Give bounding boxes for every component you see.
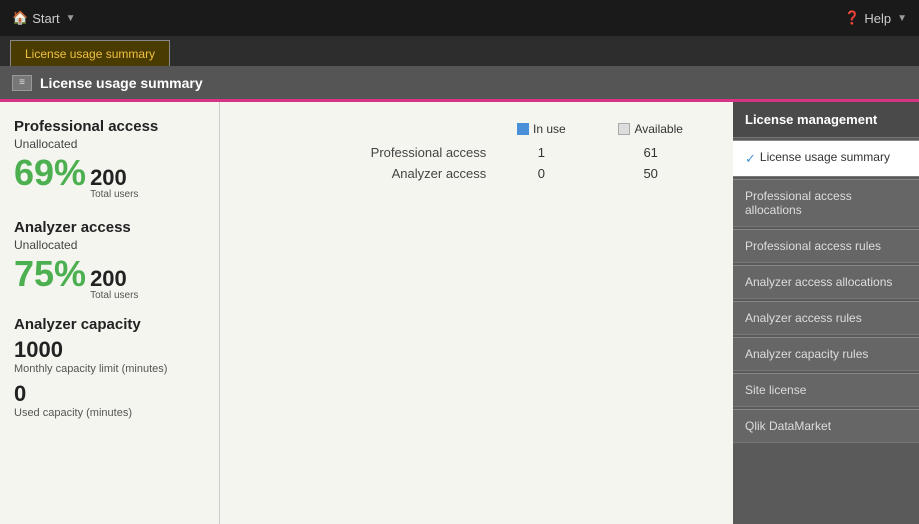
- page-title: License usage summary: [40, 75, 203, 91]
- tab-bar: License usage summary: [0, 36, 919, 66]
- professional-access-title: Professional access: [14, 118, 205, 135]
- analyzer-total-num: 200: [90, 268, 138, 290]
- help-icon: ❓: [844, 10, 860, 26]
- row-label: Analyzer access: [240, 163, 494, 184]
- page-header: ≡ License usage summary: [0, 66, 919, 102]
- analyzer-capacity-section: Analyzer capacity 1000 Monthly capacity …: [14, 316, 205, 419]
- page-header-icon: ≡: [12, 75, 32, 91]
- in-use-header: In use: [494, 122, 588, 142]
- analyzer-total-block: 200 Total users: [90, 268, 138, 302]
- usage-table: In use Available Professional access: [240, 122, 713, 184]
- analyzer-total-label: Total users: [90, 290, 138, 302]
- sidebar-item[interactable]: ✓ License usage summary: [733, 140, 919, 177]
- help-dropdown-arrow[interactable]: ▼: [897, 13, 907, 24]
- sidebar-item[interactable]: Analyzer access allocations: [733, 265, 919, 299]
- available-value: 61: [588, 142, 713, 163]
- available-header: Available: [588, 122, 713, 142]
- capacity-num: 1000: [14, 337, 205, 363]
- content-row: Professional access Unallocated 69% 200 …: [0, 102, 919, 524]
- in-use-box-icon: [517, 123, 529, 135]
- professional-access-section: Professional access Unallocated 69% 200 …: [14, 118, 205, 201]
- sidebar-item-label: Analyzer capacity rules: [745, 347, 868, 361]
- sidebar-items-container: ✓ License usage summary Professional acces…: [733, 140, 919, 443]
- analyzer-access-subtitle: Unallocated: [14, 238, 205, 252]
- sidebar-item[interactable]: Site license: [733, 373, 919, 407]
- nav-right: ❓ Help ▼: [844, 10, 907, 26]
- sidebar-item-label: Qlik DataMarket: [745, 419, 831, 433]
- main-area: ≡ License usage summary Professional acc…: [0, 66, 919, 524]
- table-row: Professional access 1 61: [240, 142, 713, 163]
- right-sidebar: License management ✓ License usage summar…: [733, 102, 919, 524]
- used-capacity-desc: Used capacity (minutes): [14, 407, 205, 419]
- sidebar-item[interactable]: Professional access rules: [733, 229, 919, 263]
- start-label[interactable]: Start: [32, 11, 59, 26]
- sidebar-item-label: Professional access allocations: [745, 189, 852, 217]
- sidebar-header: License management: [733, 102, 919, 138]
- available-value: 50: [588, 163, 713, 184]
- analyzer-access-title: Analyzer access: [14, 219, 205, 236]
- sidebar-item-label: License usage summary: [760, 150, 890, 164]
- top-nav-bar: 🏠 Start ▼ ❓ Help ▼: [0, 0, 919, 36]
- professional-total-num: 200: [90, 167, 138, 189]
- left-panel: Professional access Unallocated 69% 200 …: [0, 102, 220, 524]
- capacity-desc: Monthly capacity limit (minutes): [14, 363, 205, 375]
- sidebar-item-label: Analyzer access allocations: [745, 275, 892, 289]
- professional-total-block: 200 Total users: [90, 167, 138, 201]
- analyzer-access-section: Analyzer access Unallocated 75% 200 Tota…: [14, 219, 205, 302]
- row-label: Professional access: [240, 142, 494, 163]
- professional-total-label: Total users: [90, 189, 138, 201]
- sidebar-item-label: Site license: [745, 383, 806, 397]
- sidebar-item[interactable]: Qlik DataMarket: [733, 409, 919, 443]
- sidebar-item[interactable]: Analyzer capacity rules: [733, 337, 919, 371]
- start-dropdown-arrow[interactable]: ▼: [66, 13, 76, 24]
- help-label[interactable]: Help: [864, 11, 891, 26]
- available-box-icon: [618, 123, 630, 135]
- in-use-value: 1: [494, 142, 588, 163]
- sidebar-item[interactable]: Analyzer access rules: [733, 301, 919, 335]
- professional-percent: 69%: [14, 155, 86, 191]
- professional-access-subtitle: Unallocated: [14, 137, 205, 151]
- sidebar-item[interactable]: Professional access allocations: [733, 179, 919, 227]
- sidebar-item-label: Professional access rules: [745, 239, 881, 253]
- home-icon: 🏠: [12, 10, 28, 26]
- analyzer-capacity-title: Analyzer capacity: [14, 316, 205, 333]
- in-use-value: 0: [494, 163, 588, 184]
- middle-panel: In use Available Professional access: [220, 102, 733, 524]
- nav-left: 🏠 Start ▼: [12, 10, 76, 26]
- sidebar-item-label: Analyzer access rules: [745, 311, 862, 325]
- used-capacity-num: 0: [14, 381, 205, 407]
- check-mark-icon: ✓: [745, 151, 756, 167]
- table-row: Analyzer access 0 50: [240, 163, 713, 184]
- analyzer-percent: 75%: [14, 256, 86, 292]
- tab-license-usage-summary[interactable]: License usage summary: [10, 40, 170, 66]
